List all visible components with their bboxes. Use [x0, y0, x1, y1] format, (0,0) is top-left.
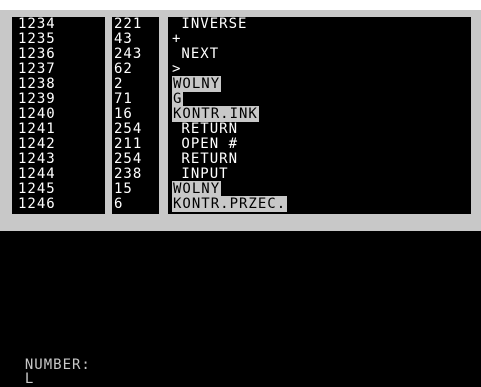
instruction-cell: > — [172, 62, 181, 76]
status-line[interactable]: NUMBER: L — [6, 344, 91, 386]
instruction-text: KONTR.PRZEC. — [172, 196, 288, 212]
value-cell: 16 — [114, 106, 133, 122]
number-prompt-label: NUMBER: — [24, 357, 91, 373]
value-cell: 43 — [114, 31, 133, 47]
instruction-cell: WOLNY — [172, 181, 222, 197]
address-cell: 1240 — [18, 106, 56, 122]
instruction-text: NEXT — [172, 46, 220, 62]
instruction-cell: NEXT — [172, 47, 219, 61]
instruction-text: INVERSE — [172, 16, 248, 32]
address-cell: 1242 — [18, 136, 56, 152]
value-cell: 254 — [114, 121, 143, 137]
value-cell: 221 — [114, 16, 143, 32]
address-cell: 1245 — [18, 181, 56, 197]
instruction-cell: INPUT — [172, 167, 229, 181]
address-cell: 1238 — [18, 76, 56, 92]
address-cell: 1234 — [18, 16, 56, 32]
instruction-cell: INVERSE — [172, 17, 247, 31]
value-cell: 211 — [114, 136, 143, 152]
instruction-text: KONTR.INK — [172, 106, 259, 122]
instruction-text: > — [172, 61, 182, 77]
instruction-text: + — [172, 31, 182, 47]
value-cell: 71 — [114, 91, 133, 107]
instruction-text: RETURN — [172, 151, 239, 167]
address-cell: 1241 — [18, 121, 56, 137]
instruction-text: RETURN — [172, 121, 239, 137]
number-input[interactable]: L — [25, 371, 34, 387]
instruction-cell: KONTR.PRZEC. — [172, 196, 288, 212]
address-cell: 1246 — [18, 196, 56, 212]
value-cell: 2 — [114, 76, 124, 92]
value-cell: 254 — [114, 151, 143, 167]
address-cell: 1239 — [18, 91, 56, 107]
value-cell: 243 — [114, 46, 143, 62]
address-cell: 1237 — [18, 61, 56, 77]
instruction-cell: RETURN — [172, 122, 238, 136]
instruction-cell: + — [172, 32, 181, 46]
instruction-cell: KONTR.INK — [172, 106, 259, 122]
value-cell: 6 — [114, 196, 124, 212]
address-cell: 1235 — [18, 31, 56, 47]
instruction-text: WOLNY — [172, 76, 222, 92]
instruction-cell: OPEN # — [172, 137, 238, 151]
address-cell: 1236 — [18, 46, 56, 62]
top-border — [0, 0, 481, 10]
instruction-text: OPEN # — [172, 136, 239, 152]
value-cell: 15 — [114, 181, 133, 197]
value-cell: 62 — [114, 61, 133, 77]
instruction-cell: WOLNY — [172, 76, 222, 92]
instruction-text: G — [172, 91, 184, 107]
instruction-cell: G — [172, 91, 184, 107]
instruction-text: WOLNY — [172, 181, 222, 197]
address-cell: 1244 — [18, 166, 56, 182]
address-cell: 1243 — [18, 151, 56, 167]
instruction-text: INPUT — [172, 166, 229, 182]
value-cell: 238 — [114, 166, 143, 182]
instruction-cell: RETURN — [172, 152, 238, 166]
